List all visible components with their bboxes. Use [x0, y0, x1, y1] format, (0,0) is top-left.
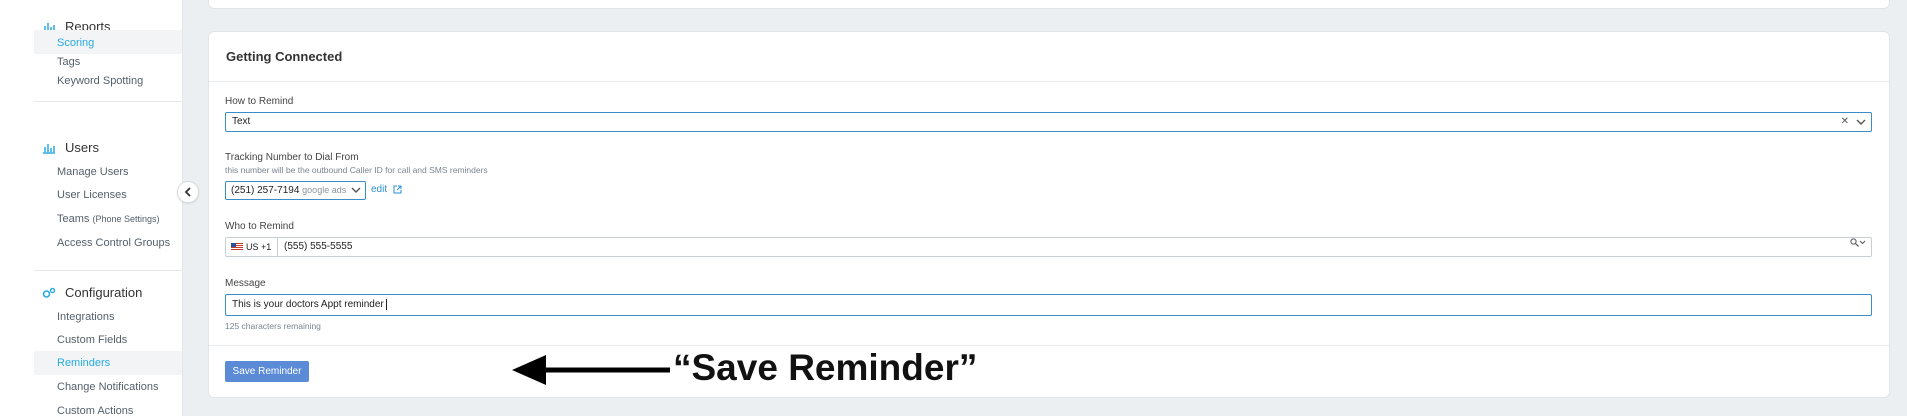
sidebar-item-teams[interactable]: Teams (Phone Settings)	[57, 213, 160, 225]
sidebar-divider	[34, 270, 183, 271]
phone-lookup-button[interactable]	[1850, 238, 1866, 247]
gears-icon	[42, 287, 56, 298]
save-reminder-button[interactable]: Save Reminder	[225, 361, 309, 382]
search-icon	[1850, 238, 1859, 247]
who-to-remind-label: Who to Remind	[225, 221, 294, 232]
sidebar-item-custom-actions[interactable]: Custom Actions	[57, 405, 133, 416]
us-flag-icon	[231, 243, 243, 251]
sidebar-collapse-button[interactable]	[177, 181, 199, 203]
main-content: Getting Connected How to Remind Text ✕ T…	[183, 0, 1907, 416]
how-to-remind-label: How to Remind	[225, 96, 294, 107]
message-value: This is your doctors Appt reminder	[232, 299, 384, 310]
how-to-remind-select[interactable]: Text ✕	[225, 112, 1872, 132]
sidebar-item-access-control-groups[interactable]: Access Control Groups	[57, 237, 170, 249]
edit-tracking-link[interactable]: edit	[371, 184, 402, 195]
chevron-down-icon	[351, 187, 361, 193]
phone-input[interactable]: (555) 555-5555	[284, 238, 352, 256]
text-cursor	[385, 298, 387, 310]
sidebar-item-user-licenses[interactable]: User Licenses	[57, 189, 127, 201]
card-title: Getting Connected	[226, 49, 343, 64]
sidebar-item-sublabel: (Phone Settings)	[92, 214, 160, 224]
sidebar-item-reminders[interactable]: Reminders	[57, 357, 110, 369]
tracking-number-select[interactable]: (251) 257-7194 google ads	[225, 181, 366, 200]
how-to-remind-value: Text	[232, 116, 251, 127]
tracking-number-hint: this number will be the outbound Caller …	[225, 165, 488, 175]
tracking-number-value: (251) 257-7194	[231, 185, 300, 196]
sidebar-item-change-notifications[interactable]: Change Notifications	[57, 381, 159, 393]
characters-remaining: 125 characters remaining	[225, 321, 321, 331]
sidebar-item-keyword-spotting[interactable]: Keyword Spotting	[57, 75, 143, 87]
sidebar-item-custom-fields[interactable]: Custom Fields	[57, 334, 127, 346]
card-divider	[209, 81, 1889, 82]
sidebar-section-title: Users	[65, 140, 99, 155]
sidebar-item-manage-users[interactable]: Manage Users	[57, 166, 129, 178]
close-icon[interactable]: ✕	[1841, 113, 1849, 131]
sidebar-item-tags[interactable]: Tags	[57, 56, 80, 68]
bar-chart-icon	[43, 143, 55, 154]
annotation-arrow	[512, 355, 670, 385]
tracking-number-label: Tracking Number to Dial From	[225, 152, 359, 163]
edit-label: edit	[371, 184, 388, 195]
country-code-value: US +1	[246, 242, 272, 252]
message-input[interactable]: This is your doctors Appt reminder	[225, 294, 1872, 316]
external-link-icon	[393, 185, 402, 194]
message-label: Message	[225, 278, 266, 289]
sidebar-item-label: Teams	[57, 213, 90, 225]
tracking-number-source: google ads	[302, 185, 347, 195]
chevron-down-icon[interactable]	[1856, 114, 1866, 130]
sidebar-section-configuration[interactable]: Configuration	[42, 285, 142, 300]
previous-card	[208, 0, 1890, 9]
sidebar: Reports Scoring Tags Keyword Spotting Us…	[34, 0, 183, 416]
phone-field: US +1 (555) 555-5555	[225, 237, 1872, 257]
getting-connected-card: Getting Connected How to Remind Text ✕ T…	[208, 31, 1890, 398]
sidebar-divider	[34, 101, 183, 102]
country-code-select[interactable]: US +1	[226, 238, 278, 256]
annotation-label: “Save Reminder”	[673, 347, 978, 388]
sidebar-section-title: Configuration	[65, 285, 143, 300]
sidebar-section-users[interactable]: Users	[42, 140, 99, 155]
chevron-down-icon	[1859, 240, 1866, 245]
sidebar-item-integrations[interactable]: Integrations	[57, 311, 114, 323]
chevron-left-icon	[184, 187, 191, 197]
card-divider	[209, 345, 1889, 346]
sidebar-item-scoring[interactable]: Scoring	[57, 37, 94, 49]
